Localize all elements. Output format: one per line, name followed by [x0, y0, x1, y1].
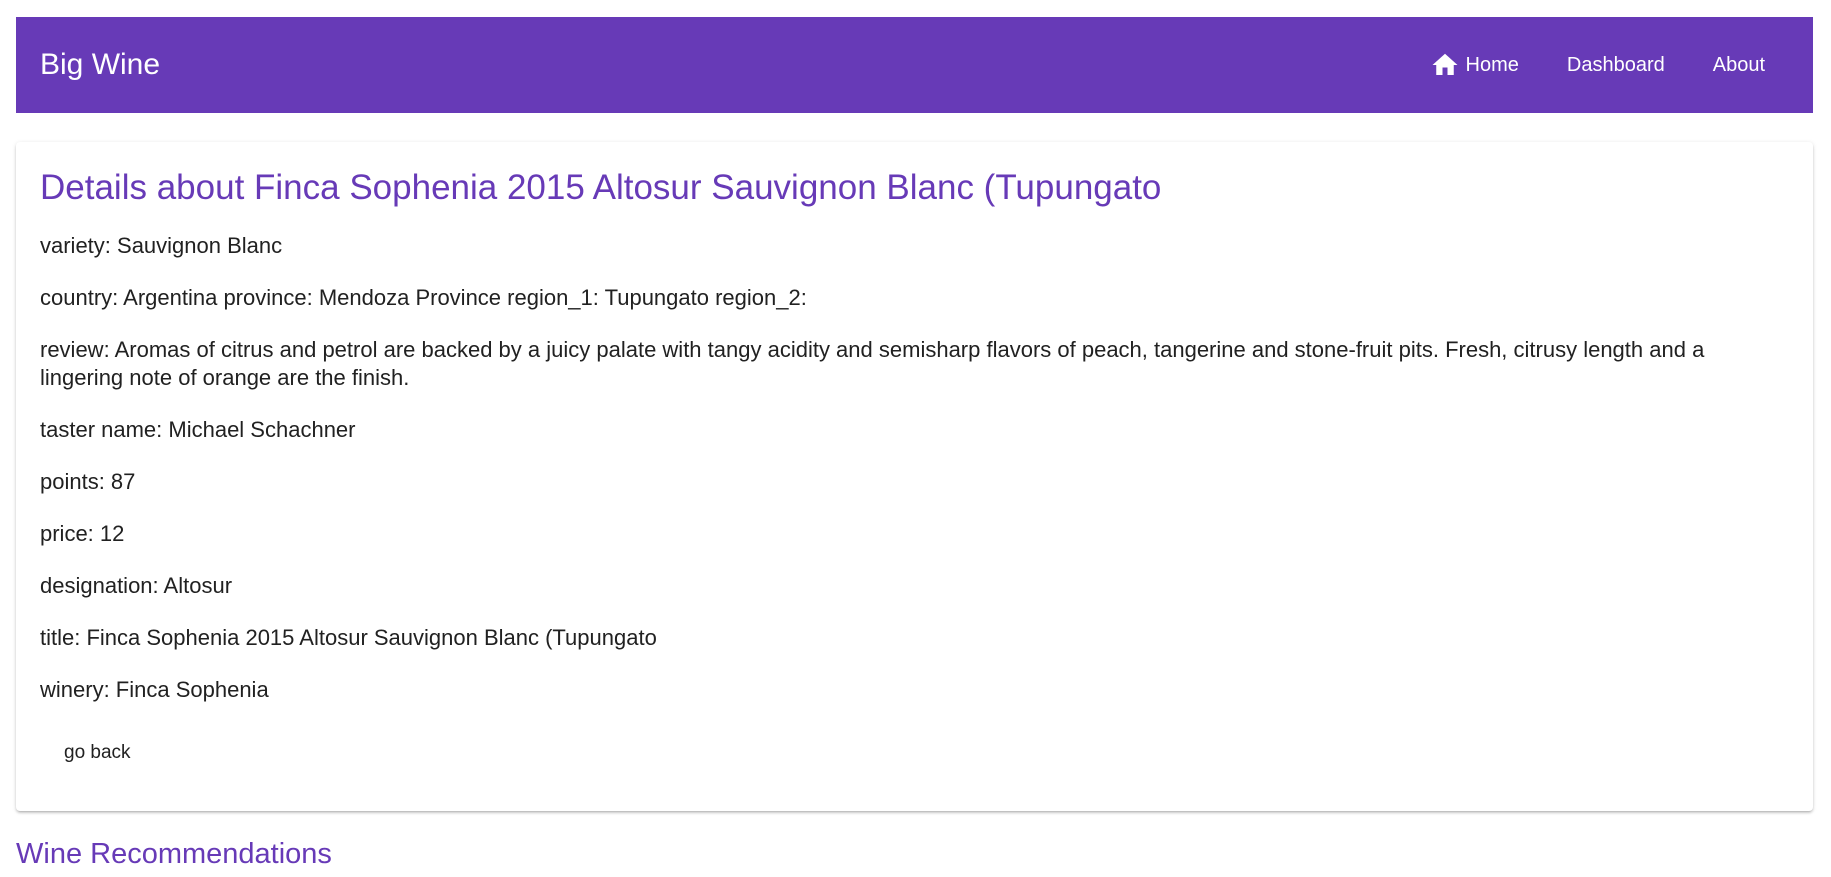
- nav-dashboard-link[interactable]: Dashboard: [1543, 37, 1689, 93]
- go-back-button[interactable]: go back: [40, 734, 155, 772]
- wine-details-card: Details about Finca Sophenia 2015 Altosu…: [16, 142, 1813, 811]
- nav-dashboard-label: Dashboard: [1566, 53, 1665, 76]
- app-brand[interactable]: Big Wine: [40, 48, 160, 82]
- nav-home-link[interactable]: Home: [1406, 37, 1543, 93]
- review-field: review: Aromas of citrus and petrol are …: [40, 337, 1705, 390]
- home-icon: [1432, 53, 1458, 75]
- details-heading: Details about Finca Sophenia 2015 Altosu…: [40, 168, 1162, 207]
- nav-about-label: About: [1712, 53, 1765, 76]
- variety-field: variety: Sauvignon Blanc: [40, 233, 283, 258]
- nav-home-label: Home: [1465, 53, 1519, 76]
- nav-about-link[interactable]: About: [1689, 37, 1789, 93]
- top-nav: Home Dashboard About: [1406, 37, 1789, 93]
- location-field: country: Argentina province: Mendoza Pro…: [40, 285, 807, 310]
- top-toolbar: Big Wine Home Dashboard About: [16, 17, 1813, 113]
- price-field: price: 12: [40, 521, 125, 546]
- designation-field: designation: Altosur: [40, 573, 233, 598]
- recommendations-heading: Wine Recommendations: [16, 838, 332, 870]
- points-field: points: 87: [40, 469, 136, 494]
- taster-field: taster name: Michael Schachner: [40, 417, 356, 442]
- winery-field: winery: Finca Sophenia: [40, 677, 269, 702]
- title-field: title: Finca Sophenia 2015 Altosur Sauvi…: [40, 625, 657, 650]
